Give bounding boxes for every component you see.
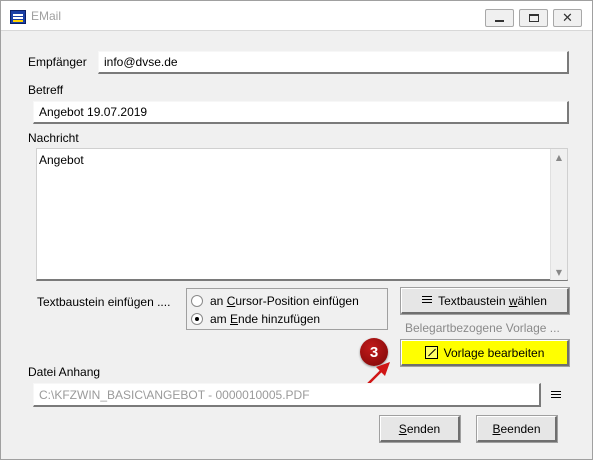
email-window: EMail ✕ Empfänger info@dvse.de Betreff A… (0, 0, 593, 460)
subject-field[interactable]: Angebot 19.07.2019 (33, 101, 569, 124)
radio-append-end[interactable]: am Ende hinzufügen (191, 311, 320, 327)
attachment-browse-icon[interactable] (551, 391, 561, 400)
edit-template-label: Vorlage bearbeiten (443, 345, 545, 360)
scroll-down-icon[interactable]: ▼ (551, 264, 567, 280)
minimize-button[interactable] (485, 9, 514, 27)
insert-position-group: an Cursor-Position einfügen am Ende hinz… (186, 288, 388, 330)
choose-textblock-button[interactable]: Textbaustein wählen (400, 287, 570, 315)
radio-end-label: am Ende hinzufügen (210, 312, 321, 326)
radio-cursor-label: an Cursor-Position einfügen (210, 294, 359, 308)
maximize-button[interactable] (519, 9, 548, 27)
quit-button[interactable]: Beenden (476, 415, 558, 443)
pen-icon (424, 346, 438, 359)
window-title: EMail (31, 9, 62, 23)
message-scrollbar[interactable]: ▲ ▼ (550, 149, 567, 280)
subject-label: Betreff (28, 83, 64, 97)
attachment-label: Datei Anhang (28, 365, 101, 379)
message-textarea[interactable]: Angebot ▲ ▼ (36, 148, 568, 281)
message-text: Angebot (39, 153, 84, 167)
recipient-label: Empfänger (28, 55, 87, 69)
attachment-field[interactable]: C:\KFZWIN_BASIC\ANGEBOT - 0000010005.PDF (33, 383, 541, 407)
radio-cursor-position[interactable]: an Cursor-Position einfügen (191, 293, 359, 309)
send-label: Senden (398, 421, 441, 436)
edit-template-button[interactable]: Vorlage bearbeiten (400, 339, 570, 367)
list-icon (422, 296, 433, 305)
message-label: Nachricht (28, 131, 79, 145)
radio-cursor-indicator[interactable] (191, 295, 203, 307)
recipient-field[interactable]: info@dvse.de (98, 51, 569, 74)
close-icon: ✕ (562, 10, 573, 26)
choose-textblock-label: Textbaustein wählen (438, 293, 547, 308)
textblock-label: Textbaustein einfügen .... (37, 295, 171, 309)
email-app-icon (10, 10, 26, 24)
title-bar: EMail ✕ (1, 1, 592, 31)
minimize-icon (495, 19, 504, 22)
maximize-icon (528, 14, 539, 22)
quit-label: Beenden (492, 421, 541, 436)
scroll-up-icon[interactable]: ▲ (551, 149, 567, 165)
template-label: Belegartbezogene Vorlage ... (405, 321, 560, 335)
close-button[interactable]: ✕ (553, 9, 582, 27)
send-button[interactable]: Senden (379, 415, 461, 443)
radio-end-indicator[interactable] (191, 313, 203, 325)
